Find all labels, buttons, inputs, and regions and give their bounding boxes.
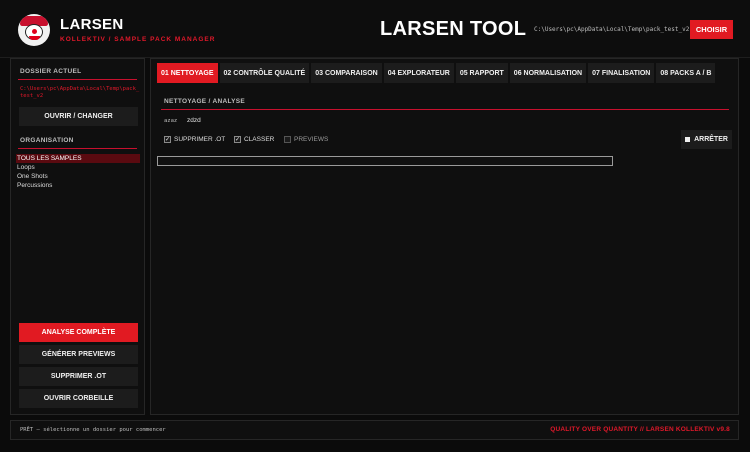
folder-item-loops[interactable]: Loops	[16, 163, 140, 172]
checkbox-unchecked-icon[interactable]	[284, 136, 291, 143]
checkbox-label: SUPPRIMER .OT	[174, 136, 226, 143]
section-divider	[161, 109, 729, 110]
section-divider	[18, 79, 137, 80]
brand-name: LARSEN	[60, 16, 124, 33]
checkbox-checked-icon[interactable]: ✓	[164, 136, 171, 143]
open-trash-button[interactable]: OUVRIR CORBEILLE	[19, 389, 138, 408]
current-folder-label: DOSSIER ACTUEL	[20, 68, 82, 75]
folder-item-percussions[interactable]: Percussions	[16, 181, 140, 190]
footer-tagline: QUALITY OVER QUANTITY // LARSEN KOLLEKTI…	[550, 426, 730, 433]
full-analysis-button[interactable]: ANALYSE COMPLÈTE	[19, 323, 138, 342]
app-header: LARSEN KOLLEKTIV / SAMPLE PACK MANAGER L…	[0, 0, 750, 58]
checkbox-label: PREVIEWS	[294, 136, 329, 143]
previews-checkbox[interactable]: PREVIEWS	[284, 136, 328, 143]
delete-ot-button[interactable]: SUPPRIMER .OT	[19, 367, 138, 386]
delete-ot-checkbox[interactable]: ✓ SUPPRIMER .OT	[164, 136, 225, 143]
folder-item-one-shots[interactable]: One Shots	[16, 172, 140, 181]
folder-item-all-samples[interactable]: TOUS LES SAMPLES	[16, 154, 140, 163]
progress-bar	[157, 156, 613, 166]
tab-bar: 01 NETTOYAGE 02 CONTRÔLE QUALITÉ 03 COMP…	[157, 63, 716, 83]
tab-rapport[interactable]: 05 RAPPORT	[455, 63, 508, 83]
tab-packs-ab[interactable]: 08 PACKS A / B	[656, 63, 716, 83]
organisation-label: ORGANISATION	[20, 137, 74, 144]
tab-explorateur[interactable]: 04 EXPLORATEUR	[383, 63, 454, 83]
tab-finalisation[interactable]: 07 FINALISATION	[588, 63, 655, 83]
status-text: PRÊT — sélectionne un dossier pour comme…	[20, 427, 166, 433]
stop-button[interactable]: ARRÊTER	[681, 130, 732, 149]
main-panel: 01 NETTOYAGE 02 CONTRÔLE QUALITÉ 03 COMP…	[150, 58, 739, 415]
stop-label: ARRÊTER	[694, 136, 728, 143]
app-title: LARSEN TOOL	[380, 18, 527, 40]
classify-checkbox[interactable]: ✓ CLASSER	[234, 136, 274, 143]
choose-folder-button[interactable]: CHOISIR	[690, 20, 733, 39]
info-value: zdzd	[187, 117, 201, 124]
generate-previews-button[interactable]: GÉNÉRER PREVIEWS	[19, 345, 138, 364]
folder-list: TOUS LES SAMPLES Loops One Shots Percuss…	[16, 154, 140, 190]
sidebar-current-path: C:\Users\pc\AppData\Local\Temp\pack_test…	[20, 86, 140, 99]
tab-comparaison[interactable]: 03 COMPARAISON	[311, 63, 382, 83]
brand-subtitle: KOLLEKTIV / SAMPLE PACK MANAGER	[60, 36, 216, 43]
checkbox-checked-icon[interactable]: ✓	[234, 136, 241, 143]
clown-logo-icon	[18, 14, 50, 46]
sidebar: DOSSIER ACTUEL C:\Users\pc\AppData\Local…	[10, 58, 145, 415]
info-key: azaz	[164, 118, 178, 124]
checkbox-label: CLASSER	[244, 136, 275, 143]
open-change-button[interactable]: OUVRIR / CHANGER	[19, 107, 138, 126]
section-divider	[18, 148, 137, 149]
panel-title: NETTOYAGE / ANALYSE	[164, 98, 246, 105]
tab-nettoyage[interactable]: 01 NETTOYAGE	[157, 63, 218, 83]
header-current-path: C:\Users\pc\AppData\Local\Temp\pack_test…	[534, 26, 690, 33]
stop-icon	[685, 137, 691, 142]
tab-controle-qualite[interactable]: 02 CONTRÔLE QUALITÉ	[219, 63, 310, 83]
tab-normalisation[interactable]: 06 NORMALISATION	[509, 63, 587, 83]
status-bar: PRÊT — sélectionne un dossier pour comme…	[10, 420, 739, 440]
